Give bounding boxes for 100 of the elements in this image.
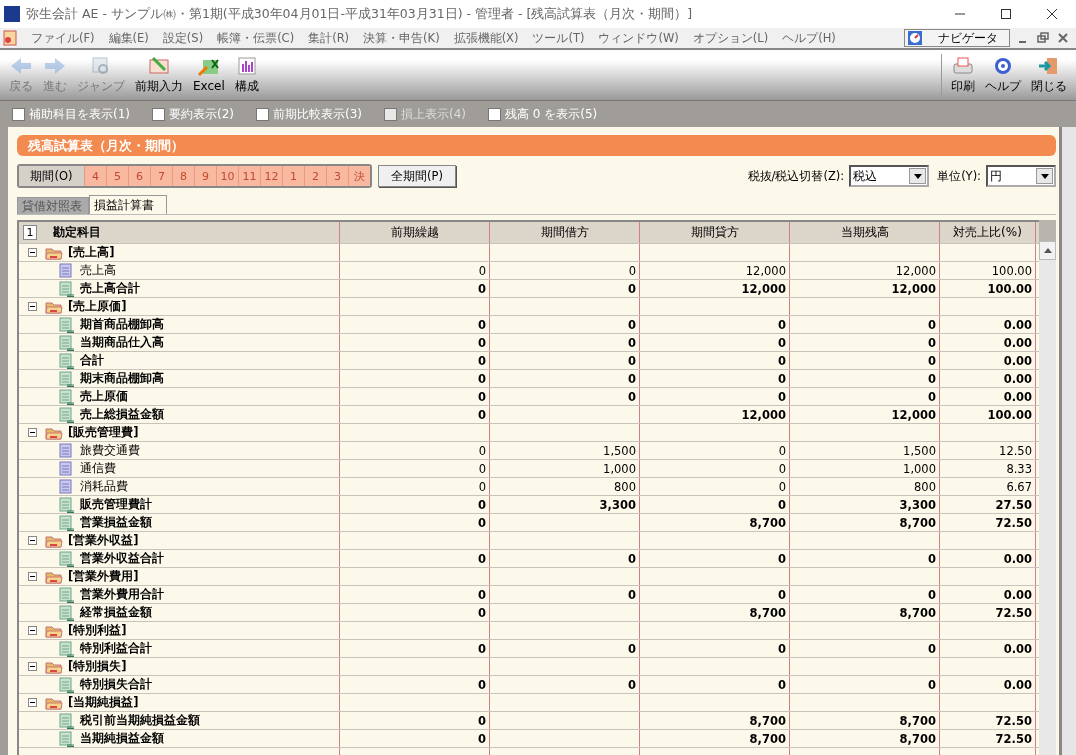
tab[interactable]: 貸借対照表: [17, 197, 89, 214]
option-checkbox[interactable]: 要約表示(2): [152, 105, 234, 123]
month-button[interactable]: 1: [282, 166, 304, 186]
month-button[interactable]: 10: [216, 166, 238, 186]
group-name: [販売管理費]: [68, 425, 139, 440]
group-name: [特別損失]: [68, 659, 127, 674]
ledger-icon: [59, 460, 75, 477]
account-name: 営業外収益合計: [80, 551, 164, 566]
amount-cell: 72.50: [940, 604, 1036, 621]
amount-cell: 0: [490, 550, 640, 567]
scroll-up-icon[interactable]: [1043, 248, 1052, 253]
mdi-restore-icon[interactable]: [1036, 31, 1050, 45]
amount-cell: 6.67: [940, 478, 1036, 495]
amount-cell: 72.50: [940, 712, 1036, 729]
tax-dropdown[interactable]: 税込: [849, 165, 930, 187]
collapse-toggle-icon[interactable]: [28, 428, 37, 437]
amount-cell: 72.50: [940, 730, 1036, 747]
option-checkbox[interactable]: 補助科目を表示(1): [12, 105, 130, 123]
level-button[interactable]: 1: [23, 225, 37, 240]
spreadsheet-icon: [196, 57, 221, 77]
month-button[interactable]: 11: [238, 166, 260, 186]
month-button[interactable]: 4: [84, 166, 106, 186]
month-button[interactable]: 2: [304, 166, 326, 186]
menu-item[interactable]: 帳簿・伝票(C): [210, 30, 302, 46]
amount-cell: 12,000: [790, 262, 940, 279]
mdi-close-icon[interactable]: [1056, 31, 1070, 45]
amount-cell: 1,000: [490, 460, 640, 477]
menu-item[interactable]: ツール(T): [525, 30, 592, 46]
dropdown-arrow-icon: [1040, 173, 1049, 179]
maximize-icon[interactable]: [1000, 8, 1012, 20]
month-button[interactable]: 8: [172, 166, 194, 186]
collapse-toggle-icon[interactable]: [28, 302, 37, 311]
amount-cell: 1,000: [790, 460, 940, 477]
collapse-toggle-icon[interactable]: [28, 662, 37, 671]
account-name: 特別損失合計: [80, 677, 152, 692]
amount-cell: 8,700: [640, 712, 790, 729]
month-button[interactable]: 12: [260, 166, 282, 186]
tab[interactable]: 損益計算書: [89, 195, 167, 214]
period-button[interactable]: 期間(O): [19, 166, 84, 186]
unit-dropdown[interactable]: 円: [986, 165, 1056, 187]
month-button[interactable]: 3: [326, 166, 348, 186]
amount-cell: 0: [490, 262, 640, 279]
month-button[interactable]: 決: [348, 166, 370, 186]
menu-item[interactable]: 決算・申告(K): [356, 30, 447, 46]
amount-cell: 27.50: [940, 496, 1036, 513]
account-name: 期首商品棚卸高: [80, 317, 164, 332]
document-icon[interactable]: [2, 30, 18, 46]
toolbar-button[interactable]: 前期入力: [130, 50, 188, 100]
amount-cell: 0.00: [940, 676, 1036, 693]
toolbar-button[interactable]: ヘルプ: [980, 50, 1026, 100]
all-period-button[interactable]: 全期間(P): [378, 165, 456, 187]
amount-cell: 0: [340, 604, 490, 621]
menu-item[interactable]: オプション(L): [685, 30, 776, 46]
toolbar-button[interactable]: 構成: [229, 50, 264, 100]
amount-cell: 100.00: [940, 406, 1036, 423]
amount-cell: 0: [790, 316, 940, 333]
collapse-toggle-icon[interactable]: [28, 698, 37, 707]
toolbar-button[interactable]: 印刷: [946, 50, 980, 100]
account-name: 当期商品仕入高: [80, 335, 164, 350]
collapse-toggle-icon[interactable]: [28, 626, 37, 635]
scrollbar[interactable]: [1039, 220, 1056, 755]
option-checkbox[interactable]: 残高 0 を表示(5): [488, 105, 598, 123]
group-name: [営業外収益]: [68, 533, 139, 548]
close-icon[interactable]: [1046, 8, 1058, 20]
amount-cell: 0: [640, 370, 790, 387]
month-button[interactable]: 6: [128, 166, 150, 186]
report-title: 残高試算表（月次・期間）: [17, 135, 1056, 156]
month-button[interactable]: 5: [106, 166, 128, 186]
amount-cell: 0: [490, 676, 640, 693]
collapse-toggle-icon[interactable]: [28, 536, 37, 545]
amount-cell: 0: [790, 550, 940, 567]
menu-item[interactable]: ヘルプ(H): [775, 30, 843, 46]
amount-cell: 8,700: [790, 730, 940, 747]
collapse-toggle-icon[interactable]: [28, 572, 37, 581]
menu-item[interactable]: ファイル(F): [24, 30, 102, 46]
amount-cell: 3,300: [790, 496, 940, 513]
menu-item[interactable]: 拡張機能(X): [446, 30, 526, 46]
menu-item[interactable]: 編集(E): [101, 30, 156, 46]
ledger-total-icon: [59, 712, 75, 729]
ledger-icon: [59, 478, 75, 495]
month-button[interactable]: 7: [150, 166, 172, 186]
unit-label: 単位(Y):: [937, 168, 981, 184]
menu-item[interactable]: 集計(R): [301, 30, 357, 46]
amount-cell: 12,000: [640, 280, 790, 297]
option-checkbox[interactable]: 前期比較表示(3): [256, 105, 362, 123]
toolbar-button[interactable]: 閉じる: [1026, 50, 1072, 100]
month-button[interactable]: 9: [194, 166, 216, 186]
account-name: 販売管理費計: [80, 497, 152, 512]
folder-icon: [45, 695, 63, 710]
amount-cell: 0: [490, 640, 640, 657]
group-name: [営業外費用]: [68, 569, 139, 584]
navigator-button[interactable]: ナビゲータ: [904, 29, 1010, 47]
collapse-toggle-icon[interactable]: [28, 248, 37, 257]
toolbar-button[interactable]: Excel: [188, 50, 230, 100]
menu-item[interactable]: 設定(S): [155, 30, 211, 46]
amount-cell: 8,700: [640, 604, 790, 621]
amount-cell: 800: [790, 478, 940, 495]
column-header: 当期残高: [790, 222, 940, 243]
amount-cell: 12,000: [790, 280, 940, 297]
menu-item[interactable]: ウィンドウ(W): [591, 30, 686, 46]
